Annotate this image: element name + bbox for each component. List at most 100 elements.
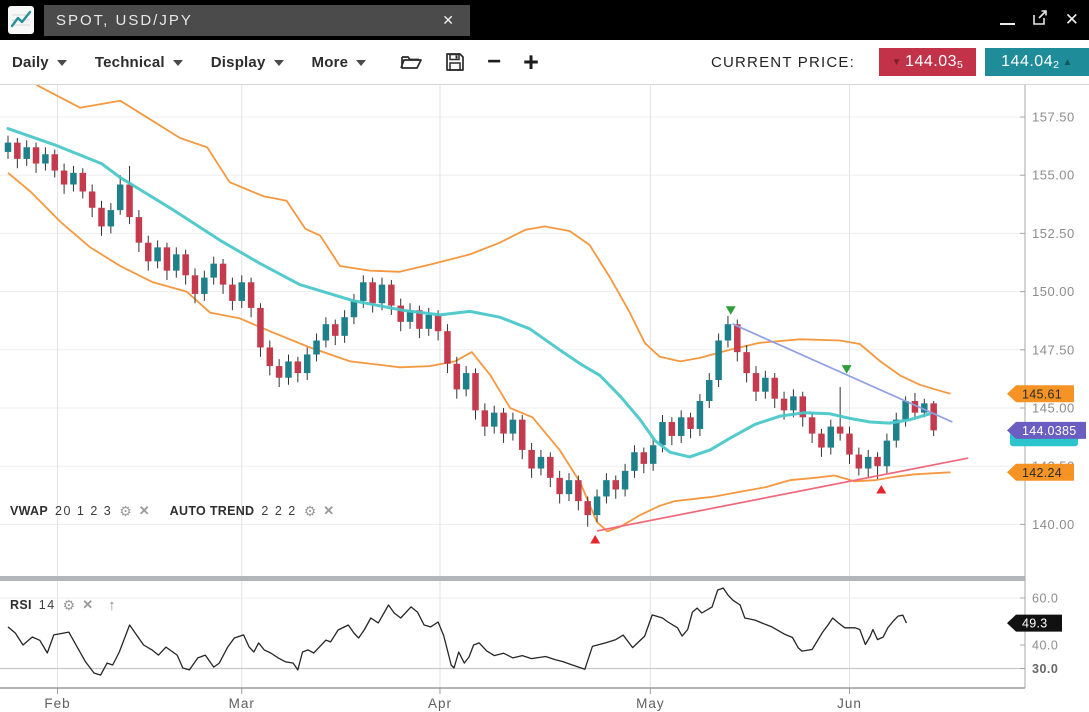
y-axis-label: 140.00: [1032, 517, 1075, 532]
candle: [828, 427, 835, 448]
rsi-settings-gear-icon[interactable]: ⚙: [63, 598, 76, 612]
vwap-remove-icon[interactable]: ✕: [139, 503, 150, 519]
rsi-collapse-arrow-icon[interactable]: ↑: [108, 597, 116, 614]
candle: [70, 173, 77, 185]
candle: [23, 147, 30, 159]
candle: [510, 420, 517, 434]
bollinger-lower-line: [8, 173, 951, 532]
candle: [360, 282, 367, 301]
candle: [687, 417, 694, 429]
candle: [229, 285, 236, 301]
rsi-axis-label: 40.0: [1032, 639, 1058, 653]
open-folder-icon[interactable]: [400, 52, 423, 72]
candle: [725, 324, 732, 340]
arrow-up-icon: ▲: [1062, 57, 1072, 68]
x-axis-label: May: [636, 696, 665, 711]
candle: [351, 301, 358, 317]
zoom-out-button[interactable]: −: [487, 52, 501, 72]
ask-price-value: 144.04: [1001, 53, 1053, 71]
sell-marker-icon: [842, 365, 852, 374]
y-axis-label: 152.50: [1032, 226, 1075, 241]
candle: [753, 373, 760, 392]
auto-trend-remove-icon[interactable]: ✕: [323, 503, 334, 519]
candle: [930, 403, 937, 430]
candle: [276, 366, 283, 378]
candle: [145, 243, 152, 262]
more-dropdown-label: More: [312, 54, 349, 71]
technical-dropdown[interactable]: Technical: [95, 54, 183, 71]
candle: [332, 324, 339, 336]
candle: [865, 457, 872, 469]
candle: [678, 417, 685, 436]
candle: [734, 324, 741, 352]
bid-price-badge: ▼ 144.03 5: [879, 48, 976, 76]
x-axis-label: Feb: [44, 696, 70, 711]
auto-trend-label: AUTO TREND: [170, 504, 255, 518]
vwap-settings-gear-icon[interactable]: ⚙: [119, 504, 132, 518]
candle: [781, 399, 788, 411]
candle: [837, 427, 844, 434]
candle: [248, 282, 255, 308]
zoom-in-button[interactable]: +: [523, 52, 539, 72]
auto-trend-params: 2 2 2: [261, 504, 296, 518]
display-dropdown[interactable]: Display: [211, 54, 284, 71]
chart-tab[interactable]: SPOT, USD/JPY ✕: [44, 5, 470, 36]
bid-price-value: 144.03: [905, 53, 957, 71]
minimize-icon[interactable]: [1000, 23, 1015, 25]
auto-trend-settings-gear-icon[interactable]: ⚙: [304, 504, 317, 518]
candle: [556, 478, 563, 494]
y-axis-label: 157.50: [1032, 110, 1075, 125]
rsi-value-badge-text: 49.3: [1022, 617, 1048, 631]
popout-icon[interactable]: [1031, 9, 1049, 32]
bollinger-lower-badge-text: 142.24: [1022, 466, 1062, 480]
x-axis-label: Jun: [837, 696, 862, 711]
rsi-axis-label: 30.0: [1032, 662, 1058, 676]
candle: [884, 441, 891, 467]
bollinger-upper-badge-text: 145.61: [1022, 387, 1062, 401]
candle: [369, 282, 376, 303]
candle: [173, 254, 180, 270]
candle: [201, 278, 208, 294]
candle: [388, 285, 395, 306]
candle: [538, 457, 545, 469]
candle: [14, 143, 21, 159]
window-close-icon[interactable]: ✕: [1065, 10, 1079, 30]
timeframe-dropdown[interactable]: Daily: [12, 54, 67, 71]
buy-marker-icon: [876, 485, 886, 494]
vwap-label: VWAP: [10, 504, 48, 518]
candle: [715, 340, 722, 380]
rsi-remove-icon[interactable]: ✕: [82, 597, 93, 613]
candle: [117, 185, 124, 211]
candle: [182, 254, 189, 275]
candle: [108, 210, 115, 226]
candle: [435, 315, 442, 331]
candle: [164, 247, 171, 270]
candle: [500, 413, 507, 434]
candle: [771, 378, 778, 399]
candle: [5, 143, 12, 152]
bid-pip: 5: [957, 59, 963, 71]
x-axis-label: Apr: [428, 696, 452, 711]
candle: [641, 452, 648, 464]
technical-dropdown-label: Technical: [95, 54, 165, 71]
price-chart-canvas[interactable]: 157.50155.00152.50150.00147.50145.00142.…: [0, 85, 1089, 712]
candle: [463, 373, 470, 389]
tab-close-icon[interactable]: ✕: [438, 12, 458, 29]
pane-divider[interactable]: [0, 576, 1025, 581]
candle: [210, 264, 217, 278]
candle: [622, 471, 629, 490]
more-dropdown[interactable]: More: [312, 54, 367, 71]
rsi-axis-label: 60.0: [1032, 592, 1058, 606]
candle: [192, 275, 199, 294]
chevron-down-icon: [356, 60, 366, 66]
candle: [257, 308, 264, 348]
toolbar: Daily Technical Display More − + CURRENT…: [0, 40, 1089, 85]
candle: [33, 147, 40, 163]
candle: [846, 434, 853, 455]
y-axis-label: 155.00: [1032, 168, 1075, 183]
save-icon[interactable]: [445, 52, 465, 72]
candle: [491, 413, 498, 427]
chevron-down-icon: [274, 60, 284, 66]
candle: [697, 401, 704, 429]
candle: [566, 480, 573, 494]
